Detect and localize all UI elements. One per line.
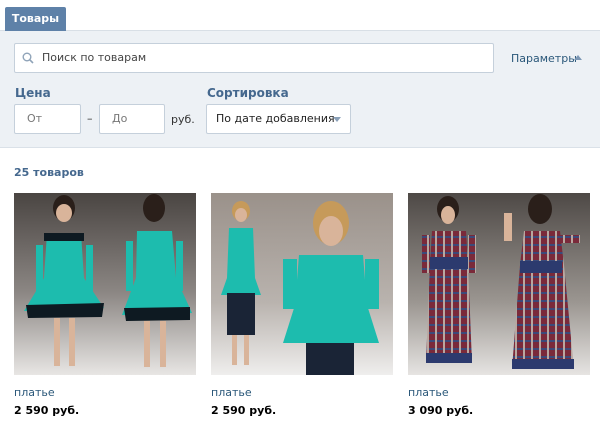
- price-label: Цена: [15, 86, 51, 100]
- results-count: 25 товаров: [14, 166, 84, 179]
- product-category-link[interactable]: платье: [408, 386, 449, 399]
- sort-label: Сортировка: [207, 86, 289, 100]
- product-card[interactable]: платье 3 090 руб.: [408, 193, 590, 417]
- chevron-up-icon[interactable]: [574, 55, 582, 60]
- filters-panel: Поиск по товарам Параметры Цена Сортиров…: [0, 31, 600, 148]
- price-to-field[interactable]: До: [99, 104, 165, 134]
- product-category-link[interactable]: платье: [14, 386, 55, 399]
- product-price: 3 090 руб.: [408, 404, 474, 417]
- price-unit: руб.: [171, 113, 195, 126]
- product-photo[interactable]: [211, 193, 393, 375]
- search-input[interactable]: Поиск по товарам: [14, 43, 494, 73]
- parameters-toggle[interactable]: Параметры: [511, 52, 577, 65]
- chevron-down-icon: [333, 117, 341, 122]
- tab-products[interactable]: Товары: [5, 7, 66, 31]
- price-dash: –: [87, 112, 93, 125]
- product-photo[interactable]: [14, 193, 196, 375]
- product-card[interactable]: платье 2 590 руб.: [211, 193, 393, 417]
- product-price: 2 590 руб.: [211, 404, 277, 417]
- price-from-field[interactable]: От: [14, 104, 81, 134]
- sort-selected-value: По дате добавления: [216, 112, 335, 125]
- search-icon: [22, 52, 34, 64]
- search-placeholder: Поиск по товарам: [42, 51, 147, 64]
- sort-select[interactable]: По дате добавления: [206, 104, 351, 134]
- product-photo[interactable]: [408, 193, 590, 375]
- product-card[interactable]: платье 2 590 руб.: [14, 193, 196, 417]
- product-category-link[interactable]: платье: [211, 386, 252, 399]
- tab-bar: Товары: [0, 0, 600, 31]
- product-price: 2 590 руб.: [14, 404, 80, 417]
